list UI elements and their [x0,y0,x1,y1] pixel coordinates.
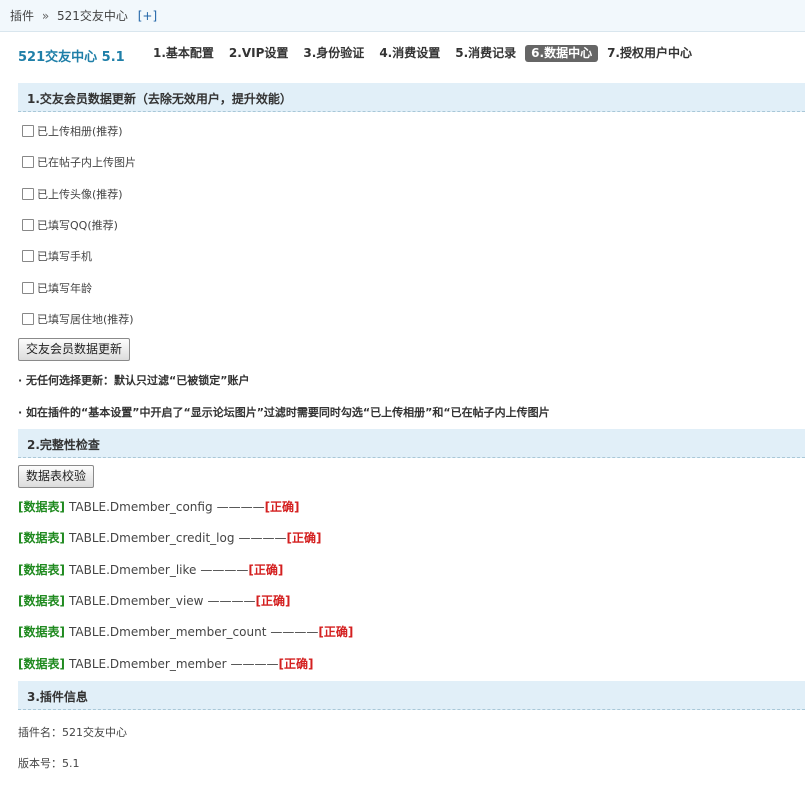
table-tag: [数据表] [18,531,65,545]
tab-consumption-settings[interactable]: 4.消费设置 [373,45,446,62]
table-name: TABLE.Dmember_config [68,500,213,514]
status-badge: [正确] [248,563,284,577]
tab-authorized-user-center[interactable]: 7.授权用户中心 [601,45,698,62]
table-name: TABLE.Dmember_member_count [68,625,267,639]
option-label: 已上传头像(推荐) [37,188,123,201]
table-name: TABLE.Dmember_credit_log [68,531,235,545]
status-badge: [正确] [318,625,354,639]
note-image-filter: · 如在插件的“基本设置”中开启了“显示论坛图片”过滤时需要同时勾选“已上传相册… [18,406,550,419]
checkbox[interactable] [22,188,34,200]
breadcrumb-expand-button[interactable]: [+] [138,9,157,23]
section-header-plugin-info: 3.插件信息 [18,681,805,710]
breadcrumb-current: 521交友中心 [57,9,128,23]
table-row: [数据表] TABLE.Dmember_member_count ————[正确] [18,623,353,640]
table-dashes: ———— [216,500,265,514]
table-tag: [数据表] [18,594,65,608]
option-uploaded-album[interactable]: 已上传相册(推荐) [22,123,123,139]
table-tag: [数据表] [18,657,65,671]
breadcrumb-root[interactable]: 插件 [10,9,34,23]
table-dashes: ———— [207,594,256,608]
plugin-version: 版本号：5.1 [18,757,80,770]
option-filled-qq[interactable]: 已填写QQ(推荐) [22,217,118,233]
table-name: TABLE.Dmember_member [68,657,227,671]
tab-vip-settings[interactable]: 2.VIP设置 [223,45,294,62]
breadcrumb-separator: » [41,9,50,23]
option-label: 已填写手机 [37,250,92,263]
verify-tables-button[interactable]: 数据表校验 [18,465,95,488]
option-filled-age[interactable]: 已填写年龄 [22,280,92,296]
table-dashes: ———— [200,563,249,577]
checkbox[interactable] [22,156,34,168]
breadcrumb: 插件 » 521交友中心 [+] [0,0,805,32]
table-row: [数据表] TABLE.Dmember_config ————[正确] [18,498,300,515]
table-row: [数据表] TABLE.Dmember_view ————[正确] [18,592,290,609]
status-badge: [正确] [264,500,300,514]
table-dashes: ———— [238,531,287,545]
status-badge: [正确] [255,594,291,608]
checkbox[interactable] [22,219,34,231]
option-uploaded-avatar[interactable]: 已上传头像(推荐) [22,186,123,202]
section-header-data-update: 1.交友会员数据更新（去除无效用户，提升效能） [18,83,805,112]
plugin-name: 插件名：521交友中心 [18,726,127,739]
tab-data-center[interactable]: 6.数据中心 [525,45,599,62]
option-label: 已上传相册(推荐) [37,125,123,138]
checkbox[interactable] [22,282,34,294]
option-filled-residence[interactable]: 已填写居住地(推荐) [22,311,134,327]
table-name: TABLE.Dmember_like [68,563,197,577]
checkbox[interactable] [22,125,34,137]
table-row: [数据表] TABLE.Dmember_like ————[正确] [18,561,283,578]
update-member-data-button[interactable]: 交友会员数据更新 [18,338,131,361]
table-tag: [数据表] [18,625,65,639]
table-row: [数据表] TABLE.Dmember_member ————[正确] [18,655,314,672]
option-label: 已填写年龄 [37,282,92,295]
table-name: TABLE.Dmember_view [68,594,204,608]
option-label: 已填写QQ(推荐) [37,219,118,232]
tab-consumption-records[interactable]: 5.消费记录 [449,45,522,62]
page-title: 521交友中心 5.1 [18,50,125,65]
checkbox[interactable] [22,250,34,262]
checkbox[interactable] [22,313,34,325]
tab-basic-config[interactable]: 1.基本配置 [147,45,220,62]
note-default-filter: · 无任何选择更新：默认只过滤“已被锁定”账户 [18,374,250,387]
tab-identity-verification[interactable]: 3.身份验证 [297,45,370,62]
table-row: [数据表] TABLE.Dmember_credit_log ————[正确] [18,529,321,546]
tab-bar: 1.基本配置 2.VIP设置 3.身份验证 4.消费设置 5.消费记录 6.数据… [147,45,701,62]
option-uploaded-post-images[interactable]: 已在帖子内上传图片 [22,154,136,170]
option-label: 已填写居住地(推荐) [37,313,134,326]
table-tag: [数据表] [18,563,65,577]
table-dashes: ———— [230,657,279,671]
section-header-integrity-check: 2.完整性检查 [18,429,805,458]
table-tag: [数据表] [18,500,65,514]
option-label: 已在帖子内上传图片 [37,156,136,169]
status-badge: [正确] [286,531,322,545]
table-dashes: ———— [270,625,319,639]
option-filled-phone[interactable]: 已填写手机 [22,248,92,264]
status-badge: [正确] [278,657,314,671]
